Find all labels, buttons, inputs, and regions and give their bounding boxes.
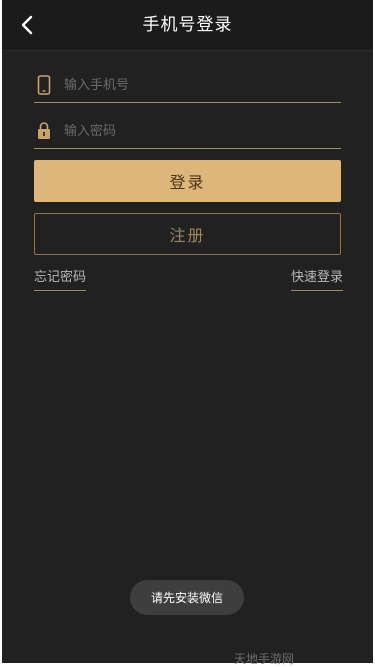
watermark: 天地手游网 bbox=[234, 652, 295, 666]
password-field bbox=[34, 112, 341, 149]
login-button[interactable]: 登录 bbox=[34, 160, 341, 202]
forgot-password-link[interactable]: 忘记密码 bbox=[34, 266, 87, 291]
phone-field bbox=[34, 66, 341, 103]
quick-login-link[interactable]: 快速登录 bbox=[290, 266, 343, 291]
password-input[interactable] bbox=[62, 118, 336, 144]
page-title: 手机号登录 bbox=[142, 15, 233, 35]
phone-icon bbox=[37, 75, 51, 95]
phone-input[interactable] bbox=[62, 72, 336, 98]
phone-login-screen: 手机号登录 登录 注册 忘记密码 快速登录 请先安装微信 bbox=[2, 0, 373, 663]
app-header: 手机号登录 bbox=[2, 0, 373, 51]
lock-icon bbox=[38, 122, 50, 139]
register-button[interactable]: 注册 bbox=[34, 213, 341, 255]
toast-message: 请先安装微信 bbox=[130, 580, 244, 615]
